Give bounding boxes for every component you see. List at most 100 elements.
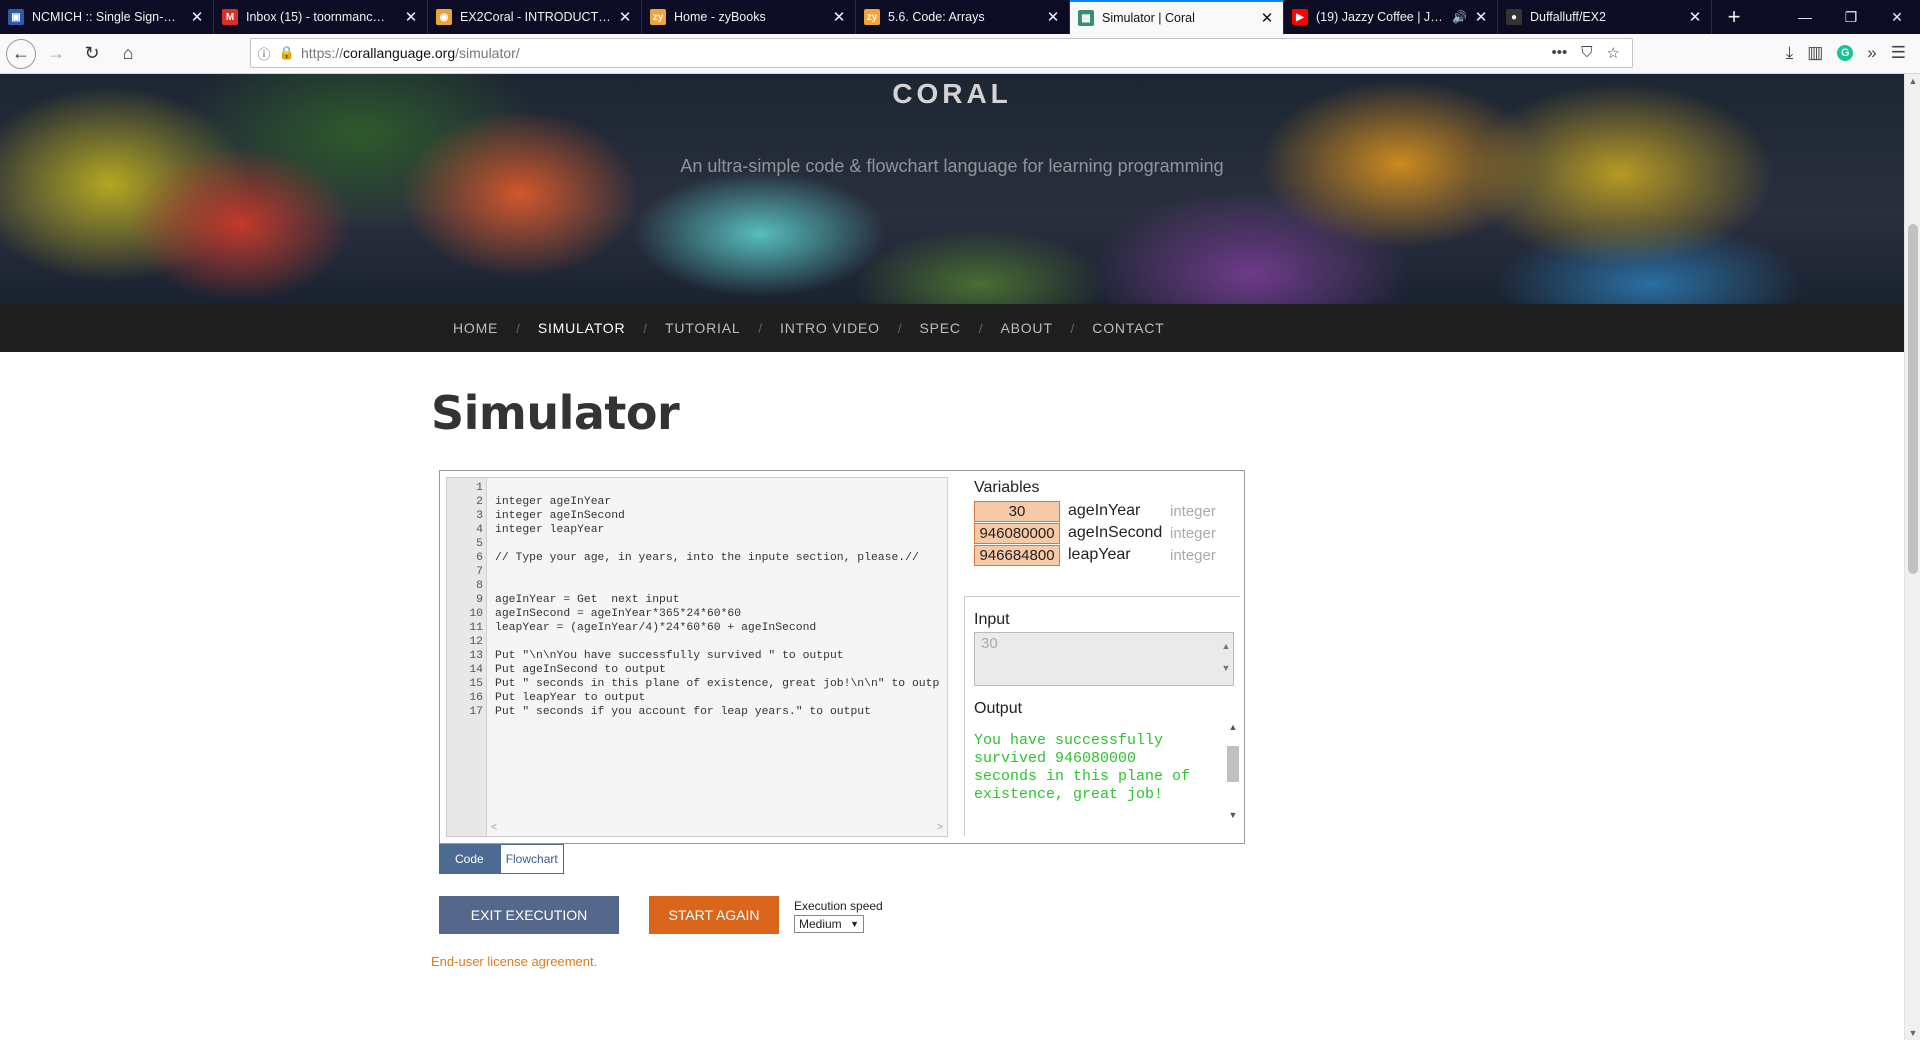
home-icon[interactable]: ⌂: [112, 38, 144, 70]
line-number: 4: [476, 524, 483, 536]
tab-code[interactable]: Code: [439, 844, 500, 874]
browser-tab[interactable]: ◉ EX2Coral - INTRODUCTION T ✕: [428, 0, 642, 34]
close-tab-icon[interactable]: ✕: [1473, 8, 1489, 26]
code-line[interactable]: 11 leapYear = (ageInYear/4)*24*60*60 + ag…: [447, 621, 947, 635]
nav-item-contact[interactable]: CONTACT: [1092, 320, 1164, 336]
nav-item-home[interactable]: HOME: [453, 320, 498, 336]
sidebar-icon[interactable]: ▥: [1807, 43, 1823, 63]
nav-separator: /: [897, 320, 902, 336]
browser-tab[interactable]: ▦ Simulator | Coral ✕: [1070, 0, 1284, 34]
overflow-icon[interactable]: »: [1867, 43, 1876, 63]
output-scroll-thumb[interactable]: [1227, 746, 1239, 782]
variable-type: integer: [1170, 546, 1216, 564]
code-line[interactable]: 14 Put ageInSecond to output: [447, 663, 947, 677]
page-scroll-up-icon[interactable]: ▲: [1905, 76, 1920, 86]
close-tab-icon[interactable]: ✕: [1045, 8, 1061, 26]
nav-item-simulator[interactable]: SIMULATOR: [538, 320, 626, 336]
scroll-right-icon[interactable]: >: [937, 822, 943, 833]
new-tab-icon[interactable]: +: [1712, 0, 1756, 34]
code-line[interactable]: 1: [447, 481, 947, 495]
line-number: 3: [476, 510, 483, 522]
close-window-icon[interactable]: ✕: [1874, 0, 1920, 34]
page-actions-icon[interactable]: •••: [1552, 44, 1568, 62]
variable-row: 946684800 leapYear integer: [974, 544, 1244, 566]
exit-execution-button[interactable]: EXIT EXECUTION: [439, 896, 619, 934]
tab-flowchart[interactable]: Flowchart: [499, 844, 564, 874]
code-line[interactable]: 13 Put "\n\nYou have successfully survive…: [447, 649, 947, 663]
reload-icon[interactable]: ↻: [76, 38, 108, 70]
page-scroll-thumb[interactable]: [1908, 224, 1918, 574]
input-scrollbar[interactable]: ▲ ▼: [1221, 635, 1231, 679]
scroll-up-icon[interactable]: ▲: [1226, 722, 1240, 734]
execution-speed-label: Execution speed: [794, 899, 883, 913]
forward-icon[interactable]: →: [40, 38, 72, 70]
nav-item-intro-video[interactable]: INTRO VIDEO: [780, 320, 880, 336]
close-tab-icon[interactable]: ✕: [831, 8, 847, 26]
minimize-icon[interactable]: —: [1782, 0, 1828, 34]
page-scrollbar[interactable]: ▲ ▼: [1904, 74, 1920, 1040]
code-lines[interactable]: 1 2 integer ageInYear 3 integer ageInSecond 4…: [447, 481, 947, 719]
site-brand[interactable]: CORAL: [0, 78, 1904, 110]
variable-type: integer: [1170, 524, 1216, 542]
tab-title: Home - zyBooks: [674, 10, 766, 24]
browser-tab[interactable]: ▣ NCMICH :: Single Sign-On to ✕: [0, 0, 214, 34]
tab-title: (19) Jazzy Coffee | Jazzy H: [1316, 10, 1448, 24]
browser-tab[interactable]: M Inbox (15) - toornmanc@stu ✕: [214, 0, 428, 34]
browser-tab[interactable]: zy Home - zyBooks ✕: [642, 0, 856, 34]
browser-tab[interactable]: ▶ (19) Jazzy Coffee | Jazzy H 🔊 ✕: [1284, 0, 1498, 34]
eula-link[interactable]: End-user license agreement.: [431, 954, 597, 969]
code-line[interactable]: 10 ageInSecond = ageInYear*365*24*60*60: [447, 607, 947, 621]
downloads-icon[interactable]: ⤓: [1786, 43, 1794, 63]
code-line[interactable]: 3 integer ageInSecond: [447, 509, 947, 523]
code-line[interactable]: 17 Put " seconds if you account for leap …: [447, 705, 947, 719]
nav-item-tutorial[interactable]: TUTORIAL: [665, 320, 740, 336]
horizontal-scrollbar[interactable]: < >: [487, 820, 947, 834]
close-tab-icon[interactable]: ✕: [403, 8, 419, 26]
close-tab-icon[interactable]: ✕: [1259, 9, 1275, 27]
page-scroll-down-icon[interactable]: ▼: [1905, 1028, 1920, 1038]
code-line[interactable]: 6 // Type your age, in years, into the in…: [447, 551, 947, 565]
menu-icon[interactable]: ☰: [1891, 43, 1906, 63]
scroll-left-icon[interactable]: <: [491, 822, 497, 833]
close-tab-icon[interactable]: ✕: [189, 8, 205, 26]
line-code: Put ageInSecond to output: [495, 664, 666, 676]
nav-item-spec[interactable]: SPEC: [919, 320, 960, 336]
input-field[interactable]: 30 ▲ ▼: [974, 632, 1234, 686]
bookmark-star-icon[interactable]: ☆: [1607, 44, 1620, 62]
restore-icon[interactable]: ❐: [1828, 0, 1874, 34]
code-line[interactable]: 7: [447, 565, 947, 579]
line-number: 10: [469, 608, 483, 620]
address-bar[interactable]: ⓘ 🔒 https://corallanguage.org/simulator/…: [250, 38, 1633, 68]
site-tagline: An ultra-simple code & flowchart languag…: [680, 156, 1224, 176]
execution-speed-select[interactable]: Medium ▼: [794, 915, 864, 933]
code-line[interactable]: 9 ageInYear = Get next input: [447, 593, 947, 607]
code-line[interactable]: 4 integer leapYear: [447, 523, 947, 537]
scroll-down-icon[interactable]: ▼: [1226, 810, 1240, 822]
close-tab-icon[interactable]: ✕: [617, 8, 633, 26]
line-code: // Type your age, in years, into the inp…: [495, 552, 919, 564]
code-line[interactable]: 5: [447, 537, 947, 551]
grammarly-icon[interactable]: G: [1837, 45, 1854, 61]
output-heading: Output: [974, 700, 1023, 717]
code-line[interactable]: 2 integer ageInYear: [447, 495, 947, 509]
output-scrollbar[interactable]: ▲ ▼: [1226, 722, 1240, 822]
close-tab-icon[interactable]: ✕: [1687, 8, 1703, 26]
code-line[interactable]: 15 Put " seconds in this plane of existen…: [447, 677, 947, 691]
nav-item-about[interactable]: ABOUT: [1000, 320, 1052, 336]
start-again-button[interactable]: START AGAIN: [649, 896, 779, 934]
code-line[interactable]: 16 Put leapYear to output: [447, 691, 947, 705]
code-editor[interactable]: 1 2 integer ageInYear 3 integer ageInSecond 4…: [446, 477, 948, 837]
variables-heading: Variables: [974, 479, 1040, 496]
speaker-icon[interactable]: 🔊: [1452, 10, 1467, 24]
back-icon[interactable]: ←: [6, 38, 36, 69]
nav-separator: /: [1070, 320, 1075, 336]
browser-tab[interactable]: ● Duffalluff/EX2 ✕: [1498, 0, 1712, 34]
pocket-icon[interactable]: ⛉: [1581, 44, 1592, 62]
url-text[interactable]: https://corallanguage.org/simulator/: [297, 45, 1552, 61]
code-line[interactable]: 12: [447, 635, 947, 649]
zybooks-icon: zy: [650, 9, 666, 25]
code-line[interactable]: 8: [447, 579, 947, 593]
browser-tab[interactable]: zy 5.6. Code: Arrays ✕: [856, 0, 1070, 34]
site-info-icon[interactable]: ⓘ: [251, 44, 277, 63]
